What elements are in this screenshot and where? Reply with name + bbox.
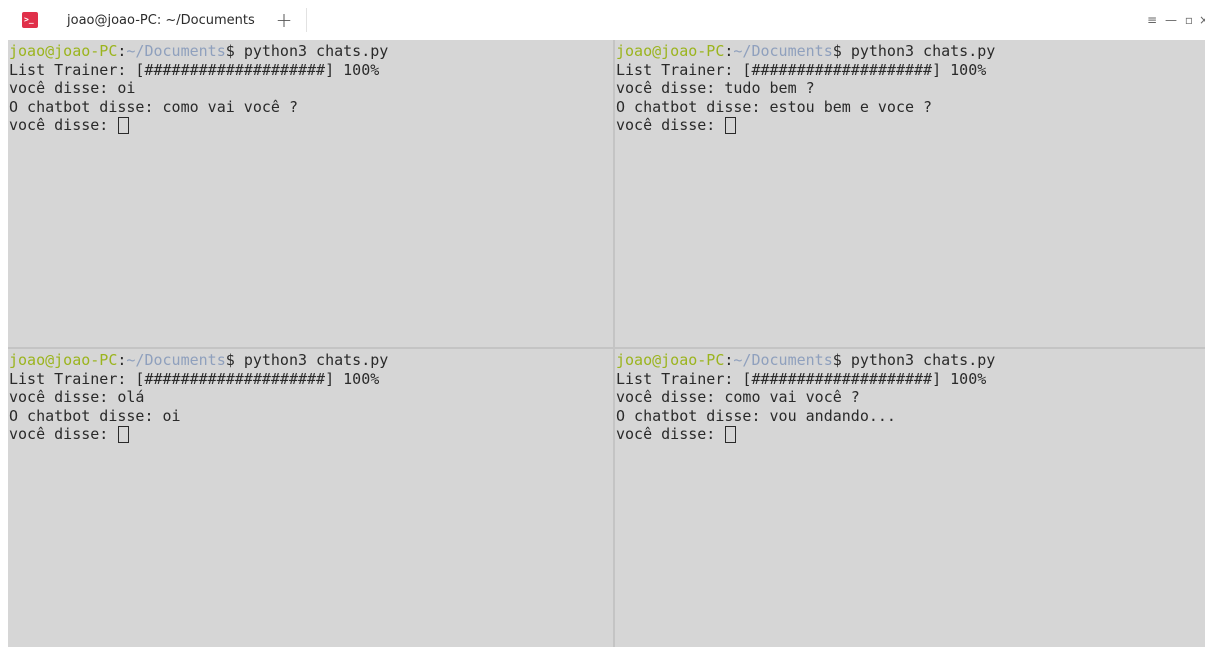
command-text: python3 chats.py: [850, 351, 996, 369]
terminal-pane-bottom-left[interactable]: joao@joao-PC:~/Documents$ python3 chats.…: [8, 349, 613, 647]
prompt-symbol: $: [832, 42, 851, 60]
current-path: ~/Documents: [733, 351, 833, 369]
bot-response-line: O chatbot disse: estou bem e voce ?: [616, 97, 933, 116]
trainer-progress-line: List Trainer: [####################] 100…: [9, 369, 380, 388]
user-host: joao@joao-PC: [616, 42, 725, 60]
user-host: joao@joao-PC: [9, 42, 118, 60]
horizontal-split-handle[interactable]: [8, 347, 1205, 349]
terminal-app-icon: >_: [22, 12, 38, 28]
input-line[interactable]: você disse:: [9, 425, 388, 444]
input-prompt: você disse:: [9, 116, 118, 134]
input-line[interactable]: você disse:: [616, 116, 995, 135]
prompt-line: joao@joao-PC:~/Documents$ python3 chats.…: [616, 351, 995, 370]
current-path: ~/Documents: [733, 42, 833, 60]
user-message-line: você disse: oi: [9, 79, 136, 97]
current-path: ~/Documents: [126, 351, 226, 369]
new-tab-button[interactable]: +: [274, 9, 294, 31]
input-prompt: você disse:: [9, 425, 118, 443]
terminal-split-area: joao@joao-PC:~/Documents$ python3 chats.…: [8, 40, 1205, 647]
terminal-pane-bottom-right[interactable]: joao@joao-PC:~/Documents$ python3 chats.…: [615, 349, 1205, 647]
text-cursor: [118, 426, 130, 443]
tab-divider: [306, 8, 307, 32]
close-button[interactable]: ×: [1199, 13, 1205, 27]
command-text: python3 chats.py: [243, 42, 389, 60]
terminal-pane-top-right[interactable]: joao@joao-PC:~/Documents$ python3 chats.…: [615, 40, 1205, 347]
current-path: ~/Documents: [126, 42, 226, 60]
command-text: python3 chats.py: [243, 351, 389, 369]
input-line[interactable]: você disse:: [9, 116, 388, 135]
command-text: python3 chats.py: [850, 42, 996, 60]
trainer-progress-line: List Trainer: [####################] 100…: [616, 369, 987, 388]
tab-title[interactable]: joao@joao-PC: ~/Documents: [67, 13, 255, 29]
trainer-progress-line: List Trainer: [####################] 100…: [9, 60, 380, 79]
bot-response-line: O chatbot disse: vou andando...: [616, 406, 896, 425]
user-message-line: você disse: olá: [9, 388, 145, 406]
bot-response-line: O chatbot disse: oi: [9, 406, 181, 425]
prompt-line: joao@joao-PC:~/Documents$ python3 chats.…: [616, 42, 995, 61]
terminal-pane-top-left[interactable]: joao@joao-PC:~/Documents$ python3 chats.…: [8, 40, 613, 347]
trainer-progress-line: List Trainer: [####################] 100…: [616, 60, 987, 79]
prompt-symbol: $: [832, 351, 851, 369]
input-prompt: você disse:: [616, 425, 725, 443]
prompt-line: joao@joao-PC:~/Documents$ python3 chats.…: [9, 42, 388, 61]
text-cursor: [725, 117, 737, 134]
user-message-line: você disse: tudo bem ?: [616, 79, 815, 97]
bot-response-line: O chatbot disse: como vai você ?: [9, 97, 298, 116]
prompt-symbol: $: [225, 42, 244, 60]
prompt-symbol: $: [225, 351, 244, 369]
title-bar: >_ joao@joao-PC: ~/Documents + ≡ — ▫ ×: [0, 0, 1205, 40]
input-line[interactable]: você disse:: [616, 425, 995, 444]
minimize-button[interactable]: —: [1165, 13, 1177, 27]
text-cursor: [118, 117, 130, 134]
vertical-split-handle[interactable]: [613, 40, 615, 647]
user-host: joao@joao-PC: [9, 351, 118, 369]
user-message-line: você disse: como vai você ?: [616, 388, 860, 406]
menu-icon[interactable]: ≡: [1146, 13, 1158, 27]
user-host: joao@joao-PC: [616, 351, 725, 369]
input-prompt: você disse:: [616, 116, 725, 134]
text-cursor: [725, 426, 737, 443]
prompt-line: joao@joao-PC:~/Documents$ python3 chats.…: [9, 351, 388, 370]
maximize-button[interactable]: ▫: [1183, 13, 1195, 27]
